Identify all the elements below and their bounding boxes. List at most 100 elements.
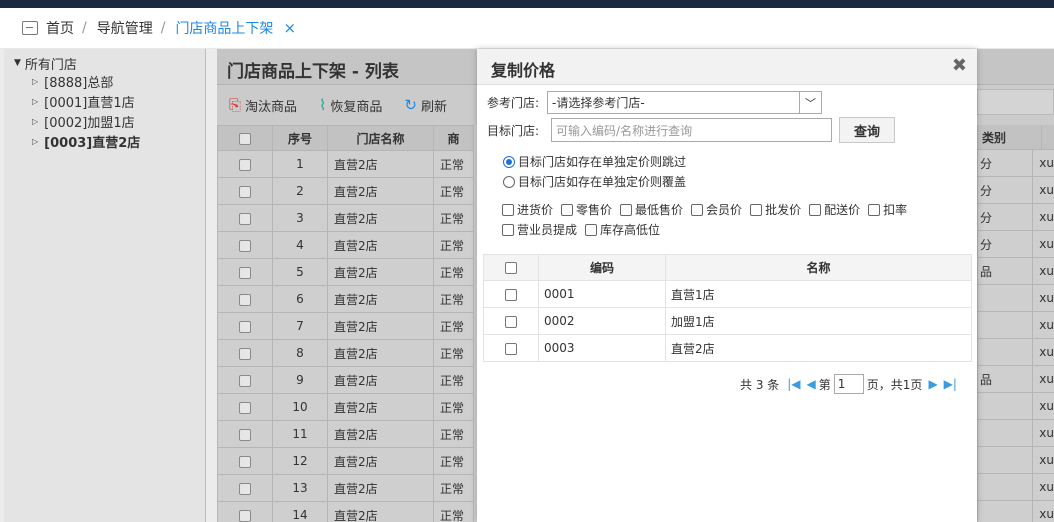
row-checkbox-cell[interactable] <box>217 231 273 259</box>
option-retail-price[interactable]: 零售价 <box>561 201 612 218</box>
row-checkbox-cell[interactable] <box>483 334 539 362</box>
row-checkbox-cell[interactable] <box>217 474 273 502</box>
row-checkbox-cell[interactable] <box>217 177 273 205</box>
row-checkbox[interactable] <box>239 158 251 171</box>
row-checkbox[interactable] <box>505 315 517 328</box>
checkbox[interactable] <box>809 203 822 216</box>
radio-skip[interactable] <box>503 155 515 168</box>
checkbox[interactable] <box>750 203 763 216</box>
table-row[interactable]: 2 直营2店 正常 <box>217 177 474 205</box>
select-all-checkbox[interactable] <box>505 262 517 274</box>
caret-right-icon[interactable]: ▷ <box>32 97 38 106</box>
prev-page-icon[interactable]: ◀ <box>807 377 816 391</box>
select-all-checkbox-cell[interactable] <box>217 125 273 151</box>
select-all-cell[interactable] <box>483 254 539 281</box>
row-checkbox[interactable] <box>239 212 251 225</box>
row-checkbox[interactable] <box>239 401 251 414</box>
table-row[interactable]: 8 直营2店 正常 <box>217 339 474 367</box>
first-page-icon[interactable]: |◀ <box>787 377 800 391</box>
table-row[interactable]: 12 直营2店 正常 <box>217 447 474 475</box>
table-row[interactable]: 13 直营2店 正常 <box>217 474 474 502</box>
row-checkbox-cell[interactable] <box>217 420 273 448</box>
table-row[interactable]: 0002 加盟1店 <box>483 307 972 335</box>
caret-down-icon[interactable]: ▼ <box>14 58 21 68</box>
checkbox[interactable] <box>691 203 704 216</box>
list-search-input[interactable] <box>977 89 1054 115</box>
row-checkbox[interactable] <box>505 288 517 301</box>
table-row[interactable]: 14 直营2店 正常 <box>217 501 474 522</box>
table-row[interactable]: 0001 直营1店 <box>483 280 972 308</box>
checkbox[interactable] <box>585 223 598 236</box>
option-min-price[interactable]: 最低售价 <box>620 201 683 218</box>
row-checkbox-cell[interactable] <box>217 150 273 178</box>
table-row[interactable]: 9 直营2店 正常 <box>217 366 474 394</box>
option-wholesale-price[interactable]: 批发价 <box>750 201 801 218</box>
row-checkbox-cell[interactable] <box>217 393 273 421</box>
tab-store-goods[interactable]: 门店商品上下架 <box>175 18 273 38</box>
tab-nav-management[interactable]: 导航管理 <box>97 18 153 38</box>
caret-right-icon[interactable]: ▷ <box>32 77 38 86</box>
option-stock-level[interactable]: 库存高低位 <box>585 221 660 238</box>
row-checkbox-cell[interactable] <box>217 366 273 394</box>
checkbox[interactable] <box>561 203 574 216</box>
table-row[interactable]: 6 直营2店 正常 <box>217 285 474 313</box>
query-button[interactable]: 查询 <box>839 117 896 143</box>
radio-skip-option[interactable]: 目标门店如存在单独定价则跳过 <box>503 153 686 170</box>
tree-node[interactable]: ▷ [8888]总部 <box>4 71 205 91</box>
select-all-checkbox[interactable] <box>239 132 251 145</box>
refresh-button[interactable]: ↻ 刷新 <box>404 96 447 115</box>
option-commission[interactable]: 营业员提成 <box>502 221 577 238</box>
row-checkbox-cell[interactable] <box>217 285 273 313</box>
caret-right-icon[interactable]: ▷ <box>32 137 38 146</box>
row-checkbox[interactable] <box>239 239 251 252</box>
row-checkbox[interactable] <box>239 374 251 387</box>
caret-right-icon[interactable]: ▷ <box>32 117 38 126</box>
row-checkbox[interactable] <box>239 320 251 333</box>
tab-close-icon[interactable]: × <box>283 19 296 37</box>
row-checkbox[interactable] <box>239 455 251 468</box>
checkbox[interactable] <box>868 203 881 216</box>
tree-root[interactable]: ▼ 所有门店 <box>4 55 205 73</box>
row-checkbox[interactable] <box>505 342 517 355</box>
radio-overwrite-option[interactable]: 目标门店如存在单独定价则覆盖 <box>503 173 686 190</box>
row-checkbox-cell[interactable] <box>483 280 539 308</box>
table-row[interactable]: 5 直营2店 正常 <box>217 258 474 286</box>
checkbox[interactable] <box>502 203 514 216</box>
row-checkbox[interactable] <box>239 347 251 360</box>
table-row[interactable]: 1 直营2店 正常 <box>217 150 474 178</box>
row-checkbox[interactable] <box>239 185 251 198</box>
row-checkbox-cell[interactable] <box>217 312 273 340</box>
row-checkbox[interactable] <box>239 293 251 306</box>
row-checkbox[interactable] <box>239 509 251 522</box>
restore-goods-button[interactable]: ⌇ 恢复商品 <box>319 96 382 115</box>
radio-overwrite[interactable] <box>503 175 515 188</box>
row-checkbox-cell[interactable] <box>217 447 273 475</box>
row-checkbox[interactable] <box>239 266 251 279</box>
target-store-input[interactable]: 可输入编码/名称进行查询 <box>551 118 833 142</box>
checkbox[interactable] <box>502 223 514 236</box>
tree-node[interactable]: ▷ [0002]加盟1店 <box>4 111 205 131</box>
table-row[interactable]: 3 直营2店 正常 <box>217 204 474 232</box>
option-discount-rate[interactable]: 扣率 <box>868 201 907 218</box>
table-row[interactable]: 11 直营2店 正常 <box>217 420 474 448</box>
table-row[interactable]: 10 直营2店 正常 <box>217 393 474 421</box>
close-icon[interactable]: ✖ <box>952 55 967 76</box>
option-delivery-price[interactable]: 配送价 <box>809 201 860 218</box>
tab-home[interactable]: 首页 <box>46 18 74 38</box>
table-row[interactable]: 0003 直营2店 <box>483 334 972 362</box>
row-checkbox[interactable] <box>239 482 251 495</box>
row-checkbox-cell[interactable] <box>217 258 273 286</box>
chevron-down-icon[interactable]: ﹀ <box>799 92 821 113</box>
row-checkbox-cell[interactable] <box>217 339 273 367</box>
row-checkbox-cell[interactable] <box>217 501 273 522</box>
row-checkbox[interactable] <box>239 428 251 441</box>
row-checkbox-cell[interactable] <box>483 307 539 335</box>
ref-store-select[interactable]: -请选择参考门店- ﹀ <box>547 91 823 114</box>
home-icon[interactable] <box>22 21 38 35</box>
option-purchase-price[interactable]: 进货价 <box>502 201 553 218</box>
last-page-icon[interactable]: ▶| <box>944 377 957 391</box>
next-page-icon[interactable]: ▶ <box>928 377 937 391</box>
tree-node[interactable]: ▷ [0001]直营1店 <box>4 91 205 111</box>
discard-goods-button[interactable]: ⎘ 淘汰商品 <box>229 96 297 115</box>
checkbox[interactable] <box>620 203 633 216</box>
